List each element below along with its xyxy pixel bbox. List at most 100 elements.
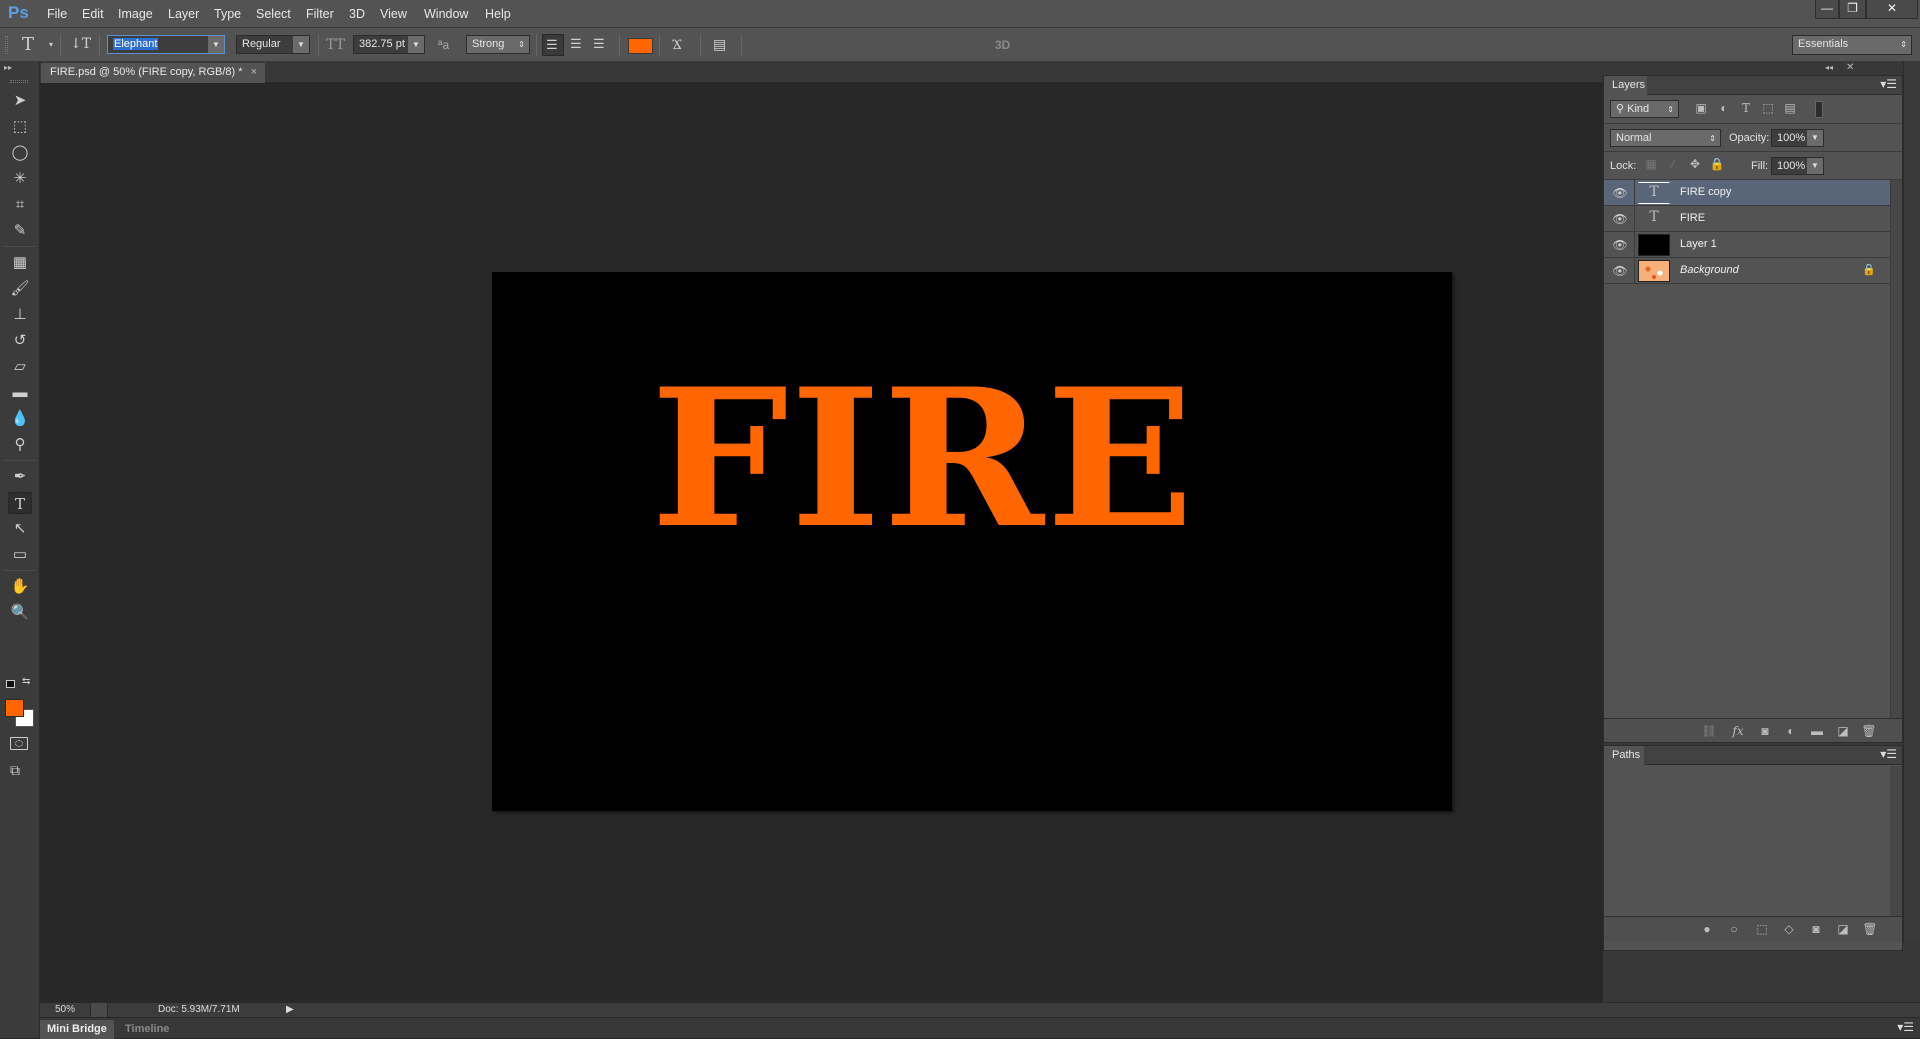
- preset-dropdown-icon[interactable]: ▾: [49, 40, 53, 49]
- type-tool-preset-icon[interactable]: T: [22, 34, 34, 55]
- filter-toggle-switch[interactable]: [1815, 101, 1823, 118]
- filter-smart-object-icon[interactable]: ▤: [1781, 101, 1799, 115]
- eraser-tool[interactable]: ▱: [8, 356, 32, 378]
- type-layer-thumbnail[interactable]: T: [1638, 182, 1670, 204]
- visibility-eye-icon[interactable]: 👁: [1612, 264, 1628, 278]
- layer-row-layer-1[interactable]: 👁 Layer 1: [1604, 232, 1890, 258]
- paths-tab[interactable]: Paths: [1604, 746, 1644, 765]
- fill-field[interactable]: 100% ▼: [1771, 157, 1824, 175]
- chevron-down-icon[interactable]: ▼: [208, 36, 224, 53]
- fill-value[interactable]: 100%: [1777, 160, 1805, 172]
- lock-image-icon[interactable]: ⁄: [1664, 157, 1682, 171]
- lock-all-icon[interactable]: 🔒: [1708, 157, 1726, 171]
- fx-icon[interactable]: fx: [1729, 724, 1747, 738]
- chevron-down-icon[interactable]: ▼: [1807, 158, 1823, 174]
- fire-text-layer[interactable]: FIRE: [651, 364, 1196, 554]
- opacity-field[interactable]: 100% ▼: [1771, 129, 1824, 147]
- new-path-icon[interactable]: ◪: [1834, 922, 1852, 936]
- eyedropper-tool[interactable]: ✎: [8, 220, 32, 242]
- pen-tool[interactable]: ✒: [8, 466, 32, 488]
- menu-filter[interactable]: Filter: [306, 7, 334, 21]
- text-orientation-icon[interactable]: ↓T: [70, 36, 91, 52]
- document-canvas[interactable]: FIRE: [492, 272, 1452, 811]
- filter-shape-icon[interactable]: ⬚: [1759, 101, 1777, 115]
- healing-brush-tool[interactable]: ▦: [8, 252, 32, 274]
- default-colors-icon[interactable]: [6, 680, 15, 688]
- gradient-tool[interactable]: ▬: [8, 382, 32, 404]
- font-size-value[interactable]: 382.75 pt: [359, 38, 405, 50]
- make-work-path-icon[interactable]: ◇: [1780, 922, 1798, 936]
- lock-transparent-icon[interactable]: ▦: [1642, 157, 1660, 171]
- layer-thumbnail[interactable]: [1638, 234, 1670, 256]
- mini-bridge-tab[interactable]: Mini Bridge: [40, 1020, 114, 1039]
- panel-scrollbar[interactable]: [1903, 62, 1920, 942]
- lasso-tool[interactable]: ◯: [8, 142, 32, 164]
- chevron-down-icon[interactable]: ▼: [1807, 130, 1823, 146]
- blend-mode-dropdown[interactable]: Normal ⇕: [1610, 129, 1721, 147]
- dodge-tool[interactable]: ⚲: [8, 434, 32, 456]
- align-left-button[interactable]: ☰: [542, 34, 564, 56]
- minimize-button[interactable]: —: [1815, 0, 1839, 19]
- add-mask-icon[interactable]: ◙: [1756, 724, 1774, 738]
- swap-colors-icon[interactable]: ⇆: [22, 676, 30, 687]
- layers-scrollbar[interactable]: [1890, 180, 1902, 718]
- delete-layer-trash-icon[interactable]: 🗑: [1860, 724, 1878, 738]
- background-thumbnail[interactable]: [1638, 260, 1670, 282]
- panel-menu-icon[interactable]: ▾☰: [1880, 77, 1897, 91]
- panel-menu-icon[interactable]: ▾☰: [1880, 747, 1897, 761]
- font-family-dropdown[interactable]: Elephant ▼: [107, 35, 225, 54]
- type-layer-thumbnail[interactable]: T: [1638, 208, 1670, 230]
- rectangle-tool[interactable]: ▭: [8, 544, 32, 566]
- screen-mode-icon[interactable]: ⧉: [10, 762, 20, 779]
- paths-scrollbar[interactable]: [1890, 766, 1902, 916]
- magic-wand-tool[interactable]: ✳: [8, 168, 32, 190]
- menu-help[interactable]: Help: [485, 7, 511, 21]
- layer-name[interactable]: Layer 1: [1680, 238, 1717, 250]
- layer-filter-dropdown[interactable]: ⚲ Kind ⇕: [1610, 100, 1679, 118]
- history-brush-tool[interactable]: ↺: [8, 330, 32, 352]
- 3d-mode-label[interactable]: 3D: [995, 38, 1010, 52]
- menu-type[interactable]: Type: [214, 7, 241, 21]
- blur-tool[interactable]: 💧: [8, 408, 32, 430]
- foreground-color-swatch[interactable]: [5, 699, 24, 717]
- document-tab[interactable]: FIRE.psd @ 50% (FIRE copy, RGB/8) * ×: [41, 63, 265, 83]
- lock-position-icon[interactable]: ✥: [1686, 157, 1704, 171]
- font-style-dropdown[interactable]: Regular ▼: [236, 35, 310, 54]
- timeline-tab[interactable]: Timeline: [118, 1020, 176, 1039]
- layer-row-fire-copy[interactable]: 👁 T FIRE copy: [1604, 180, 1890, 206]
- text-color-swatch[interactable]: [628, 38, 653, 54]
- zoom-level[interactable]: 50%: [55, 1004, 75, 1015]
- align-center-button[interactable]: ☰: [570, 36, 582, 52]
- hand-tool[interactable]: ✋: [8, 576, 32, 598]
- visibility-eye-icon[interactable]: 👁: [1612, 186, 1628, 200]
- chevron-down-icon[interactable]: ▼: [293, 36, 309, 53]
- options-grip[interactable]: [5, 36, 8, 54]
- menu-window[interactable]: Window: [424, 7, 468, 21]
- filter-type-icon[interactable]: T: [1737, 101, 1755, 115]
- status-menu-arrow-icon[interactable]: ▶: [286, 1004, 294, 1015]
- type-tool[interactable]: T: [8, 492, 32, 514]
- menu-file[interactable]: File: [47, 7, 67, 21]
- workspace-dropdown[interactable]: Essentials ⇕: [1792, 35, 1912, 55]
- font-family-value[interactable]: Elephant: [113, 38, 159, 50]
- layer-row-background[interactable]: 👁 Background 🔒: [1604, 258, 1890, 284]
- layer-name[interactable]: FIRE copy: [1680, 186, 1731, 198]
- add-mask-icon[interactable]: ◙: [1807, 922, 1825, 936]
- panel-resize-grip[interactable]: [1604, 942, 1902, 950]
- visibility-eye-icon[interactable]: 👁: [1612, 238, 1628, 252]
- opacity-value[interactable]: 100%: [1777, 132, 1805, 144]
- quick-mask-button[interactable]: [10, 737, 28, 750]
- layer-name[interactable]: FIRE: [1680, 212, 1705, 224]
- new-layer-icon[interactable]: ◪: [1834, 724, 1852, 738]
- tools-grip[interactable]: [10, 80, 28, 83]
- align-right-button[interactable]: ☰: [593, 36, 605, 52]
- menu-layer[interactable]: Layer: [168, 7, 199, 21]
- filter-pixel-icon[interactable]: ▣: [1692, 101, 1710, 115]
- fill-path-icon[interactable]: ●: [1698, 922, 1716, 936]
- close-tab-icon[interactable]: ×: [251, 63, 257, 82]
- stroke-path-icon[interactable]: ○: [1725, 922, 1743, 936]
- layers-tab[interactable]: Layers: [1604, 76, 1647, 95]
- menu-edit[interactable]: Edit: [82, 7, 104, 21]
- crop-tool[interactable]: ⌗: [8, 194, 32, 216]
- new-group-folder-icon[interactable]: ▬: [1808, 724, 1826, 738]
